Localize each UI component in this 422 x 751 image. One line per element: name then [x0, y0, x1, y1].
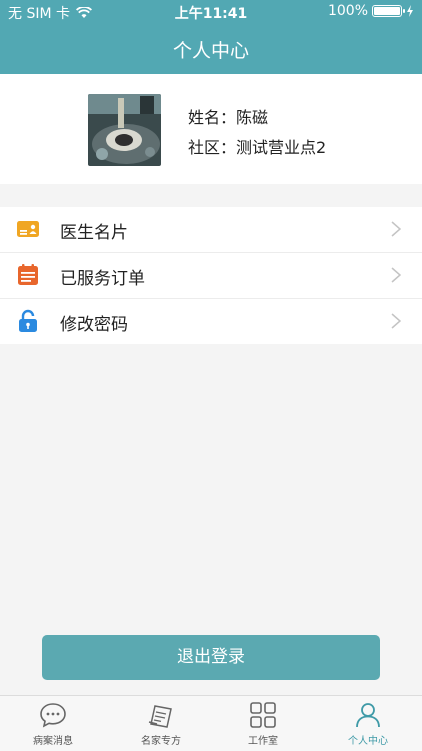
menu-item-label: 医生名片: [60, 223, 128, 243]
tab-label: 工作室: [248, 736, 278, 747]
tab-label: 病案消息: [33, 736, 73, 747]
tab-studio[interactable]: 工作室: [228, 702, 298, 747]
chevron-right-icon: [391, 313, 402, 329]
chevron-right-icon: [391, 221, 402, 237]
status-right: 100%: [328, 3, 414, 19]
battery-icon: [372, 5, 405, 17]
avatar[interactable]: [88, 94, 161, 166]
settings-menu: 医生名片 已服务订单 修改密码: [0, 207, 422, 344]
name-value: 陈磁: [236, 108, 269, 127]
profile-name: 姓名：陈磁: [188, 104, 268, 128]
profile-community: 社区：测试营业点2: [188, 134, 326, 158]
nav-bar: 个人中心: [0, 24, 422, 74]
menu-item-change-password[interactable]: 修改密码: [0, 299, 422, 344]
avatar-image: [88, 94, 161, 166]
tab-bar: 病案消息 名家专方 工作室 个人中心: [0, 695, 422, 751]
charging-icon: [407, 5, 413, 17]
lock-icon: [19, 309, 37, 332]
tab-label: 个人中心: [348, 736, 388, 747]
status-bar: 无 SIM 卡 上午11:41 100%: [0, 0, 422, 24]
person-icon: [356, 703, 380, 728]
logout-button[interactable]: 退出登录: [42, 635, 380, 680]
grid-icon: [250, 702, 276, 728]
chevron-right-icon: [391, 267, 402, 283]
tab-case-messages[interactable]: 病案消息: [18, 702, 88, 747]
battery-percent: 100%: [327, 3, 368, 19]
tab-personal-center[interactable]: 个人中心: [333, 702, 403, 747]
community-value: 测试营业点2: [236, 138, 327, 157]
chat-bubble-icon: [40, 703, 66, 728]
menu-item-label: 已服务订单: [60, 269, 145, 289]
page-title: 个人中心: [172, 40, 249, 62]
menu-item-label: 修改密码: [60, 315, 128, 335]
name-label: 姓名：: [188, 108, 237, 127]
tab-label: 名家专方: [141, 736, 181, 747]
tab-famous-prescriptions[interactable]: 名家专方: [126, 702, 196, 747]
community-label: 社区：: [188, 138, 237, 157]
menu-item-doctor-card[interactable]: 医生名片: [0, 207, 422, 253]
profile-card: 姓名：陈磁 社区：测试营业点2: [0, 74, 422, 184]
calendar-icon: [18, 264, 38, 285]
business-card-icon: [17, 221, 39, 237]
prescription-icon: [148, 705, 172, 728]
menu-item-served-orders[interactable]: 已服务订单: [0, 253, 422, 299]
